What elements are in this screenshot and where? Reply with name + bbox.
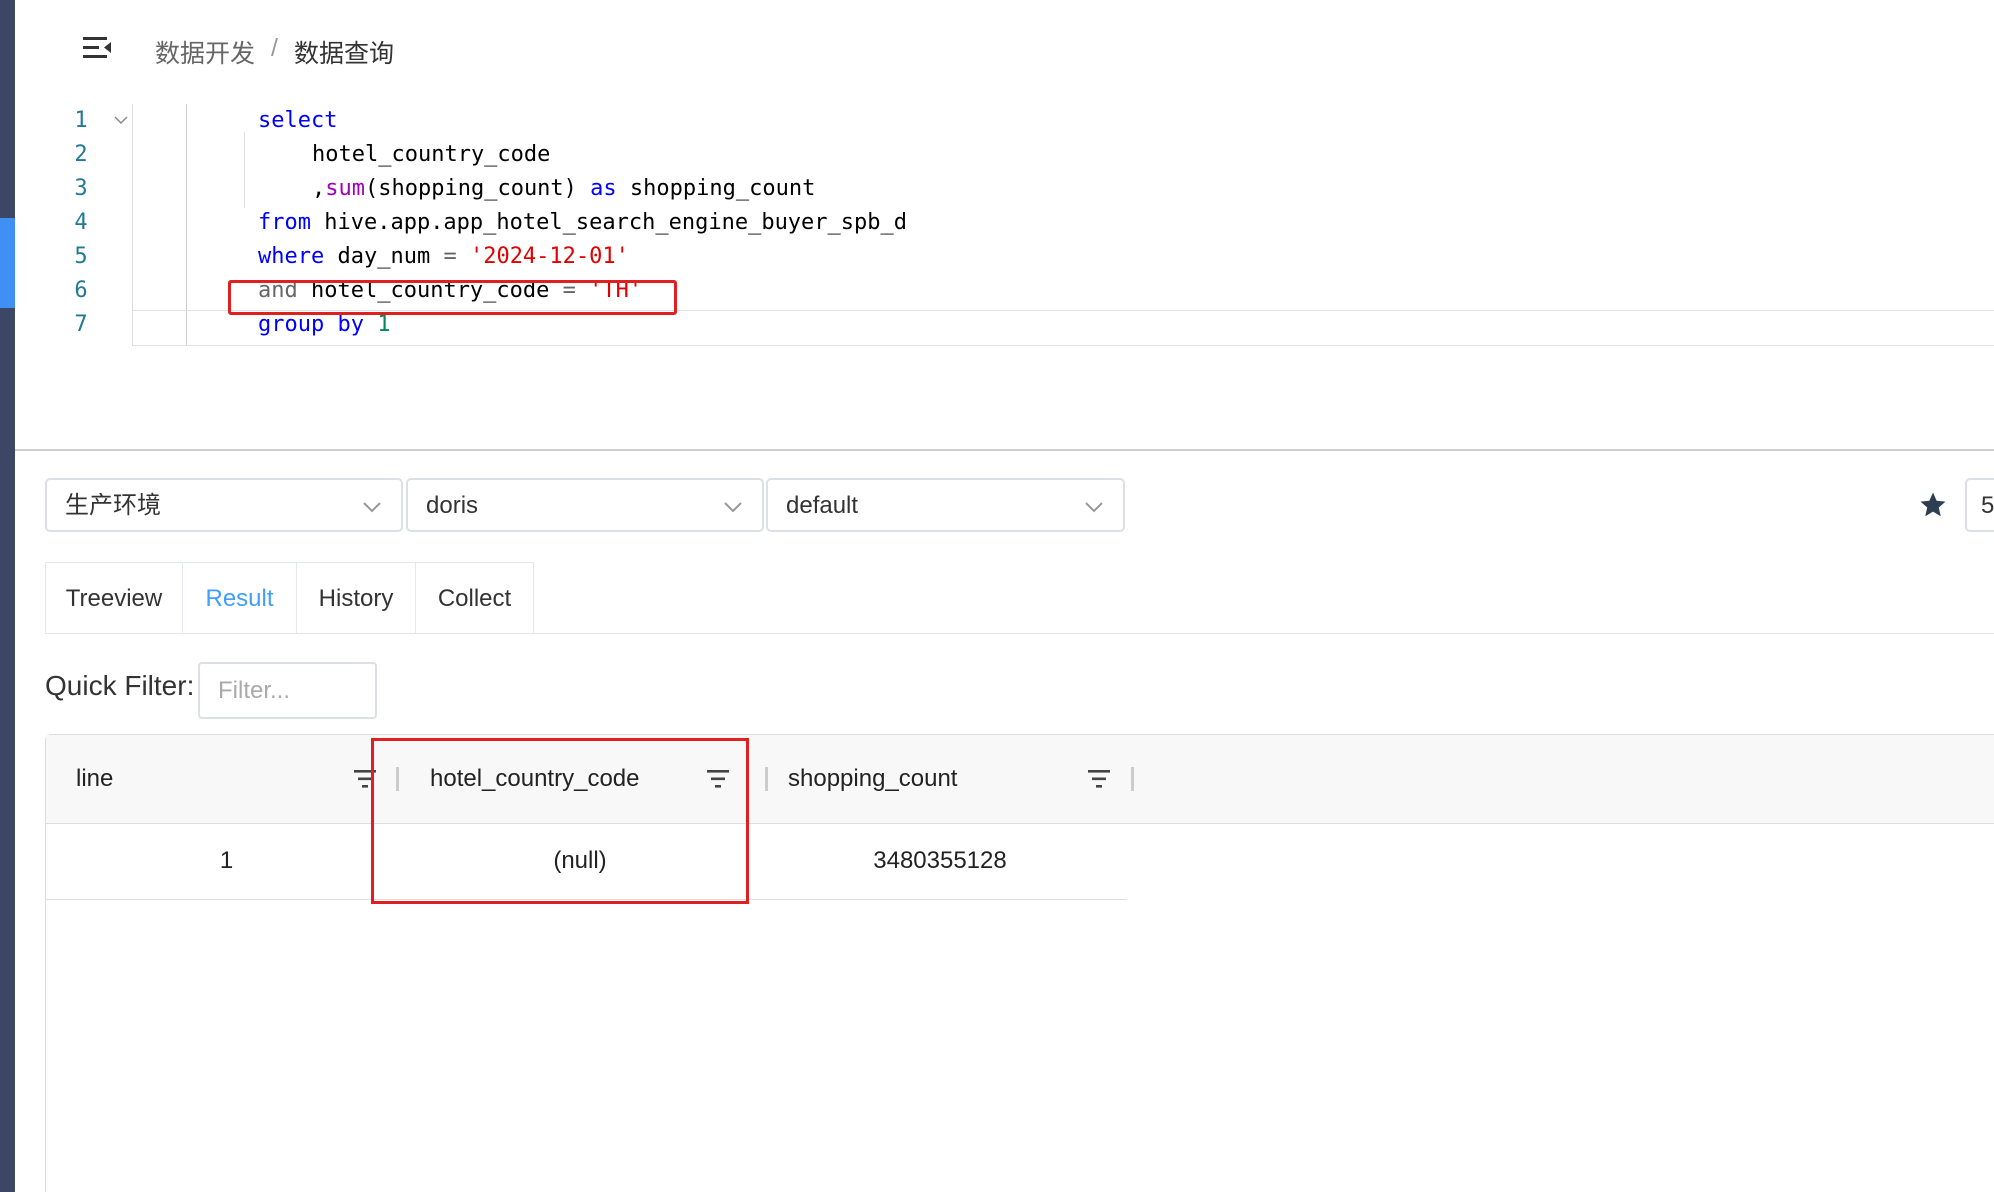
breadcrumb-parent[interactable]: 数据开发 [155,34,255,70]
code-line[interactable]: 1 select [15,104,1994,138]
code-text: ,sum(shopping_count) as shopping_count [312,172,815,206]
limit-input[interactable]: 5 [1965,478,1994,532]
code-token: shopping_count [616,176,816,201]
line-number: 3 [74,176,88,201]
code-token: day_num [324,244,444,269]
quick-filter-input[interactable] [198,662,377,719]
code-text: select [258,104,337,138]
column-header-label: shopping_count [788,765,958,792]
limit-input-value: 5 [1981,492,1994,519]
column-header-line[interactable]: line [46,735,399,823]
chevron-down-icon [363,502,381,513]
main-area: 数据开发 / 数据查询 1 select 2 hotel_country_code 3,… [15,0,1994,1192]
code-token: = [443,244,457,269]
breadcrumb-separator: / [271,34,278,62]
code-text: from hive.app.app_hotel_search_engine_bu… [258,206,907,240]
tabs-divider [45,633,1994,634]
database-select[interactable]: default [766,478,1125,532]
tab-collect[interactable]: Collect [416,562,534,634]
environment-select[interactable]: 生产环境 [45,478,403,532]
filter-icon[interactable] [352,767,378,791]
code-line[interactable]: 3 ,sum(shopping_count) as shopping_count [15,172,1994,206]
line-number: 2 [74,142,88,167]
line-number: 6 [74,278,88,303]
annotation-highlight-box [228,280,677,315]
column-header-shopping-count[interactable]: shopping_count [758,735,1134,823]
code-token: hotel_country_code [312,142,551,167]
code-token: , [312,176,326,201]
code-token: from [258,210,311,235]
chevron-down-icon [724,502,742,513]
line-number: 7 [74,312,88,337]
column-resize-handle[interactable] [396,767,399,791]
breadcrumb: 数据开发 / 数据查询 [155,34,394,70]
code-line[interactable]: 4 from hive.app.app_hotel_search_engine_b… [15,206,1994,240]
line-number: 1 [74,108,88,133]
editor-resize-divider[interactable] [15,449,1994,451]
engine-select[interactable]: doris [406,478,764,532]
code-token: group by [258,312,364,337]
column-resize-handle[interactable] [1131,767,1134,791]
code-token: where [258,244,325,269]
code-text: hotel_country_code [312,138,550,172]
code-token: '2024-12-01' [469,244,629,269]
side-navigation [0,0,15,1192]
tab-history[interactable]: History [297,562,416,634]
menu-fold-icon[interactable] [81,34,115,62]
cell-shopping-count[interactable]: 3480355128 [760,823,1120,899]
line-number: 4 [74,210,88,235]
code-token: 1 [377,312,391,337]
environment-select-value: 生产环境 [65,492,161,519]
tab-result[interactable]: Result [183,562,297,634]
code-token: hive.app.app_hotel_search_engine_buyer_s… [310,210,908,235]
database-select-value: default [786,492,859,519]
table-row[interactable]: 1 (null) 3480355128 [46,823,1127,900]
star-icon[interactable] [1918,490,1948,520]
code-token: select [258,108,338,133]
breadcrumb-current: 数据查询 [293,40,394,68]
code-line[interactable]: 2 hotel_country_code [15,138,1994,172]
chevron-down-icon [1085,502,1103,513]
column-header-hotel-country-code[interactable]: hotel_country_code [400,735,768,823]
line-number: 5 [74,244,88,269]
side-navigation-active-item[interactable] [0,218,15,308]
tab-treeview[interactable]: Treeview [45,562,183,634]
code-token: as [590,176,617,201]
code-text: where day_num = '2024-12-01' [258,240,629,274]
cell-line[interactable]: 1 [46,823,407,899]
code-line[interactable]: 5 where day_num = '2024-12-01' [15,240,1994,274]
fold-chevron-icon[interactable] [113,112,129,128]
result-tabs: Treeview Result History Collect [45,562,534,634]
quick-filter-label: Quick Filter: [45,670,195,701]
filter-icon[interactable] [1086,767,1112,791]
grid-header: line hotel_country_code shopping_count [46,735,1994,824]
result-grid: line hotel_country_code shopping_count 1… [45,734,1994,1192]
filter-icon[interactable] [705,767,731,791]
column-header-label: line [76,765,114,792]
column-header-label: hotel_country_code [430,765,640,792]
code-token: sum [325,176,365,201]
code-token: (shopping_count) [365,176,591,201]
engine-select-value: doris [426,492,479,519]
cell-hotel-country-code[interactable]: (null) [400,823,760,899]
